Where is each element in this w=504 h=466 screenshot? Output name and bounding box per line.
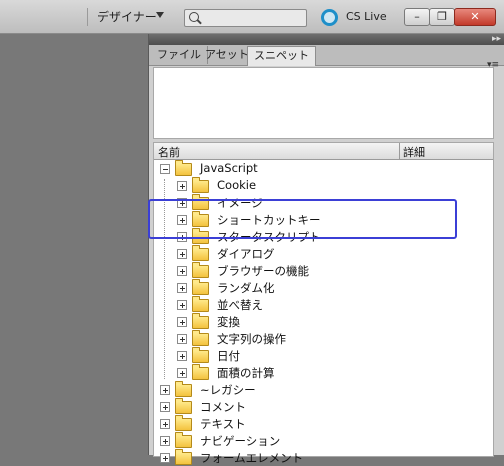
tree-item-sibling-0[interactable]: ~レガシー [154, 381, 493, 398]
column-detail-header[interactable]: 詳細 [403, 144, 425, 160]
tree-item-label: 変換 [217, 315, 240, 329]
workspace-switcher[interactable]: デザイナー [97, 8, 157, 25]
tree-item-child-0[interactable]: Cookie [154, 177, 493, 194]
tree-item-child-4[interactable]: ダイアログ [154, 245, 493, 262]
tree-item-label: 日付 [217, 349, 240, 363]
collapse-icon[interactable] [160, 164, 170, 174]
column-name-header[interactable]: 名前 [158, 144, 180, 160]
expand-icon[interactable] [177, 283, 187, 293]
folder-icon [192, 245, 209, 261]
expand-icon[interactable] [177, 351, 187, 361]
cs-live-icon[interactable] [321, 9, 338, 26]
tree-item-label: ~レガシー [200, 383, 256, 397]
snippet-preview [153, 67, 494, 139]
folder-icon [192, 262, 209, 278]
selection-highlight [148, 199, 457, 239]
panel-collapse-bar[interactable]: ▸▸ [149, 34, 504, 45]
expand-icon[interactable] [177, 334, 187, 344]
tree-item-child-5[interactable]: ブラウザーの機能 [154, 262, 493, 279]
folder-icon [192, 296, 209, 312]
expand-icon[interactable] [177, 300, 187, 310]
tree-item-label: 文字列の操作 [217, 332, 286, 346]
snippets-panel: ▸▸ ファイル アセット スニペット ▾≡ 名前 詳細 JavaScript Co… [148, 34, 504, 465]
tree-item-child-10[interactable]: 日付 [154, 347, 493, 364]
tree-item-child-6[interactable]: ランダム化 [154, 279, 493, 296]
close-icon: ✕ [470, 10, 480, 23]
folder-icon [175, 449, 192, 465]
expand-icon[interactable] [160, 436, 170, 446]
minimize-icon: – [414, 10, 420, 23]
tree-item-label: ダイアログ [217, 247, 275, 261]
tree-item-child-9[interactable]: 文字列の操作 [154, 330, 493, 347]
collapse-icon[interactable]: ▸▸ [492, 34, 501, 45]
restore-button[interactable]: ❐ [429, 8, 455, 26]
tree-item-child-7[interactable]: 並べ替え [154, 296, 493, 313]
search-icon [189, 12, 199, 22]
tree-item-sibling-4[interactable]: フォームエレメント [154, 449, 493, 466]
tree-item-label: テキスト [200, 417, 246, 431]
expand-icon[interactable] [177, 266, 187, 276]
column-header: 名前 詳細 [154, 143, 493, 160]
folder-icon [192, 279, 209, 295]
expand-icon[interactable] [177, 317, 187, 327]
expand-icon[interactable] [160, 385, 170, 395]
tree-item-sibling-1[interactable]: コメント [154, 398, 493, 415]
cs-live-button[interactable]: CS Live [346, 10, 387, 23]
folder-icon [192, 364, 209, 380]
close-button[interactable]: ✕ [454, 8, 496, 26]
tree-item-label: コメント [200, 400, 246, 414]
tree-item-sibling-2[interactable]: テキスト [154, 415, 493, 432]
tree-item-label: ブラウザーの機能 [217, 264, 309, 278]
tree-item-label: ナビゲーション [200, 434, 281, 448]
expand-icon[interactable] [177, 181, 187, 191]
application-bar: デザイナー CS Live – ❐ ✕ [0, 0, 504, 34]
folder-icon [175, 160, 192, 176]
folder-icon [192, 330, 209, 346]
tree-item-label: ランダム化 [217, 281, 275, 295]
expand-icon[interactable] [177, 249, 187, 259]
folder-icon [192, 177, 209, 193]
minimize-button[interactable]: – [404, 8, 430, 26]
expand-icon[interactable] [160, 419, 170, 429]
folder-icon [192, 313, 209, 329]
tab-snippets[interactable]: スニペット [247, 46, 316, 66]
search-input[interactable] [184, 9, 307, 27]
tree-item-label: JavaScript [200, 161, 258, 175]
column-divider[interactable] [399, 143, 400, 159]
folder-icon [192, 347, 209, 363]
folder-icon [175, 432, 192, 448]
restore-icon: ❐ [437, 10, 447, 23]
tree-item-javascript[interactable]: JavaScript [154, 160, 493, 177]
toolbar-separator [87, 8, 88, 26]
tree-item-label: 並べ替え [217, 298, 263, 312]
folder-icon [175, 415, 192, 431]
snippet-tree[interactable]: 名前 詳細 JavaScript Cookie イメージ ショートカットキー スタータス… [153, 142, 494, 465]
folder-icon [175, 381, 192, 397]
expand-icon[interactable] [177, 368, 187, 378]
tree-item-label: Cookie [217, 178, 257, 192]
folder-icon [175, 398, 192, 414]
workspace-dropdown-icon[interactable] [156, 12, 164, 18]
panel-tab-bar: ファイル アセット スニペット ▾≡ [149, 45, 504, 70]
tree-item-child-11[interactable]: 面積の計算 [154, 364, 493, 381]
tree-item-child-8[interactable]: 変換 [154, 313, 493, 330]
tree-item-sibling-3[interactable]: ナビゲーション [154, 432, 493, 449]
expand-icon[interactable] [160, 402, 170, 412]
tree-item-label: 面積の計算 [217, 366, 275, 380]
tree-item-label: フォームエレメント [200, 451, 304, 465]
